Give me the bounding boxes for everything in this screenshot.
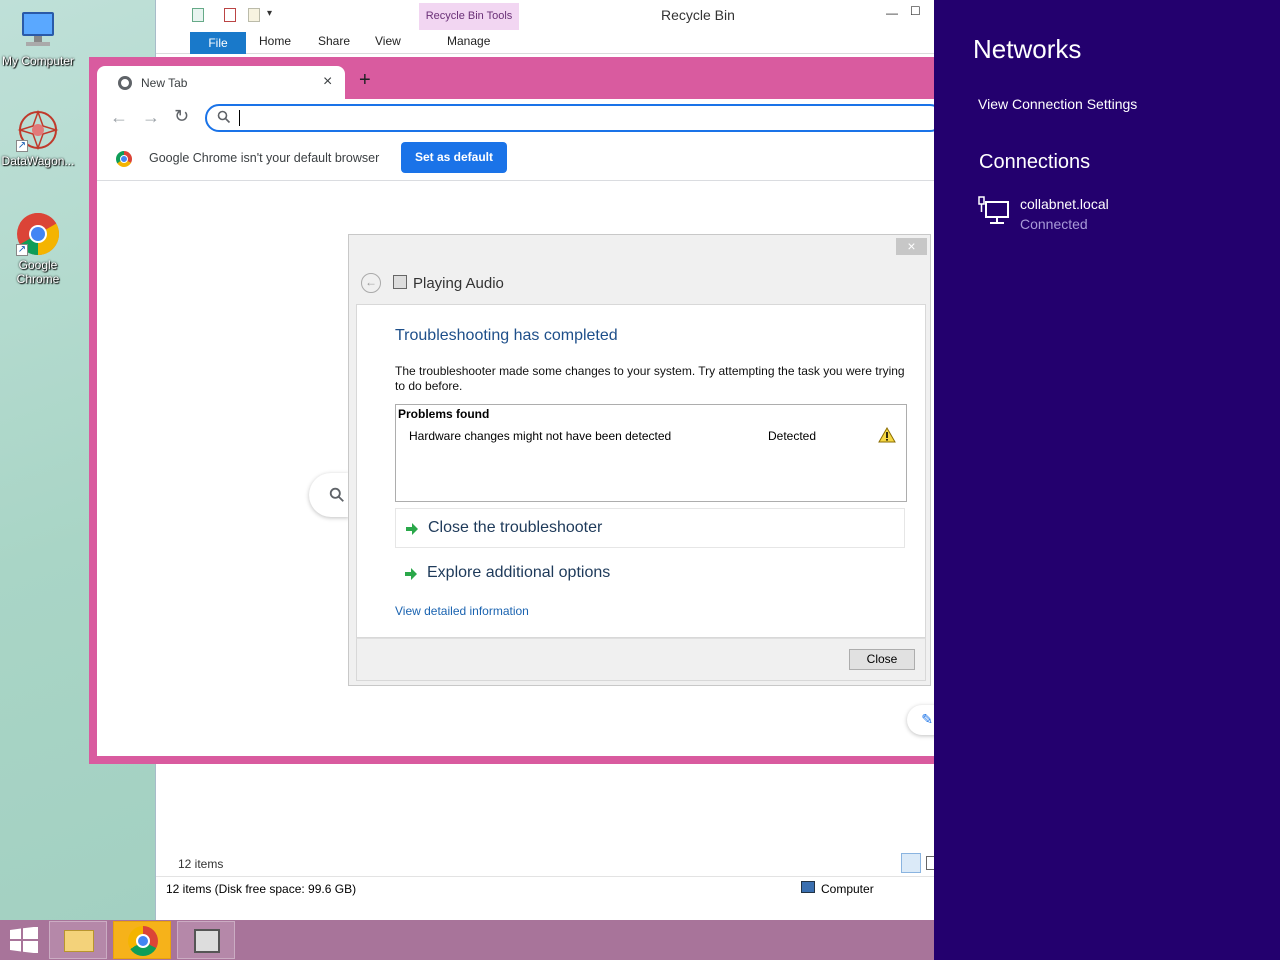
problems-header: Problems found (398, 407, 490, 421)
chrome-logo-icon (116, 151, 132, 167)
troubleshooter-dialog: × ← Playing Audio Troubleshooting has co… (348, 234, 931, 686)
taskbar-chrome[interactable] (113, 921, 171, 959)
view-detailed-information-link[interactable]: View detailed information (395, 604, 529, 618)
problem-name: Hardware changes might not have been det… (409, 429, 672, 443)
ribbon-tabs: File Home Share View Manage (156, 30, 934, 54)
troubleshooter-icon (194, 929, 220, 953)
problem-status: Detected (768, 429, 817, 443)
monitor-icon (16, 8, 60, 52)
folder-icon (64, 930, 94, 952)
set-default-button[interactable]: Set as default (401, 142, 507, 173)
chrome-favicon-icon (118, 76, 132, 90)
result-heading: Troubleshooting has completed (395, 327, 618, 344)
new-tab-button[interactable]: + (359, 69, 371, 92)
desktop-icon-label: Google Chrome (16, 258, 60, 286)
chrome-icon (128, 926, 158, 956)
close-troubleshooter-option[interactable]: Close the troubleshooter (395, 508, 905, 548)
back-arrow-icon[interactable]: ← (361, 273, 381, 293)
desktop-icon-google-chrome[interactable]: ↗ Google Chrome (0, 212, 76, 286)
windows-logo-icon (10, 927, 38, 953)
charm-title: Networks (973, 34, 1082, 64)
dialog-footer: Close (356, 638, 926, 681)
dialog-content: Troubleshooting has completed The troubl… (356, 304, 926, 638)
view-connection-settings-link[interactable]: View Connection Settings (978, 96, 1137, 112)
tab-manage[interactable]: Manage (447, 34, 490, 48)
omnibox[interactable] (205, 104, 944, 132)
recycle-bin-small-icon (192, 8, 204, 22)
details-view-icon[interactable] (901, 853, 921, 873)
taskbar (0, 920, 934, 960)
computer-icon (801, 881, 815, 893)
item-count: 12 items (178, 857, 224, 871)
search-icon (217, 110, 231, 127)
close-tab-icon[interactable]: × (323, 73, 332, 91)
connection-name: collabnet.local (1020, 196, 1109, 212)
wired-network-icon (978, 196, 1010, 229)
maximize-icon[interactable]: ☐ (910, 4, 921, 18)
start-button[interactable] (0, 920, 46, 960)
connection-status: Connected (1020, 216, 1088, 232)
window-title: Recycle Bin (661, 7, 735, 23)
networks-charm: Networks View Connection Settings Connec… (934, 0, 1280, 960)
option-label: Close the troubleshooter (428, 519, 603, 536)
status-left: 12 items (Disk free space: 99.6 GB) (166, 882, 357, 896)
customize-toolbar-icon[interactable]: ▾ (267, 8, 272, 19)
result-message: The troubleshooter made some changes to … (395, 364, 905, 393)
dialog-title: Playing Audio (413, 275, 504, 292)
connections-header: Connections (979, 151, 1091, 173)
tab-view[interactable]: View (375, 34, 401, 48)
shortcut-arrow-icon: ↗ (16, 140, 28, 152)
desktop-icon-label: My Computer (1, 54, 75, 68)
dialog-close-icon[interactable]: × (896, 238, 927, 255)
table-row[interactable]: Hardware changes might not have been det… (396, 426, 906, 447)
option-label: Explore additional options (427, 564, 611, 581)
chrome-icon: ↗ (16, 212, 60, 256)
troubleshooter-icon (393, 275, 407, 289)
back-icon[interactable]: ← (110, 107, 128, 128)
warning-icon (878, 426, 896, 446)
close-button[interactable]: Close (849, 649, 915, 670)
problems-table: Problems found Hardware changes might no… (395, 404, 907, 502)
chrome-toolbar: ← → ↻ (97, 99, 944, 137)
desktop-icon-datawagon[interactable]: ↗ DataWagon... (0, 108, 76, 168)
properties-icon[interactable] (224, 8, 236, 22)
customize-pencil-icon[interactable]: ✎ (907, 705, 937, 735)
forward-icon[interactable]: → (142, 107, 160, 128)
connection-item[interactable]: collabnet.local Connected (978, 194, 1268, 238)
datawagon-icon: ↗ (16, 108, 60, 152)
status-bar: 12 items (Disk free space: 99.6 GB) Comp… (156, 876, 935, 898)
infobar-text: Google Chrome isn't your default browser (149, 151, 380, 165)
green-arrow-icon (403, 566, 419, 582)
tab-share[interactable]: Share (318, 34, 350, 48)
explorer-titlebar: ▾ Recycle Bin Tools Recycle Bin — ☐ (156, 0, 934, 30)
tab-home[interactable]: Home (259, 34, 291, 48)
omnibox-input[interactable] (239, 110, 240, 126)
minimize-icon[interactable]: — (886, 6, 898, 20)
tab-new-tab[interactable]: New Tab × (97, 66, 345, 99)
status-right: Computer (821, 882, 874, 896)
new-folder-icon[interactable] (248, 8, 260, 22)
tab-title: New Tab (141, 76, 188, 90)
ntp-search-icon[interactable] (309, 473, 349, 517)
desktop-icon-my-computer[interactable]: My Computer (0, 8, 76, 68)
green-arrow-icon (404, 521, 420, 537)
default-browser-infobar: Google Chrome isn't your default browser… (97, 137, 934, 181)
reload-icon[interactable]: ↻ (174, 106, 189, 127)
explore-options-option[interactable]: Explore additional options (395, 554, 905, 594)
tab-file[interactable]: File (190, 32, 246, 54)
recycle-bin-tools-context: Recycle Bin Tools (419, 3, 519, 30)
desktop-icon-label: DataWagon... (1, 154, 75, 168)
taskbar-file-explorer[interactable] (49, 921, 107, 959)
taskbar-troubleshooter[interactable] (177, 921, 235, 959)
shortcut-arrow-icon: ↗ (16, 244, 28, 256)
